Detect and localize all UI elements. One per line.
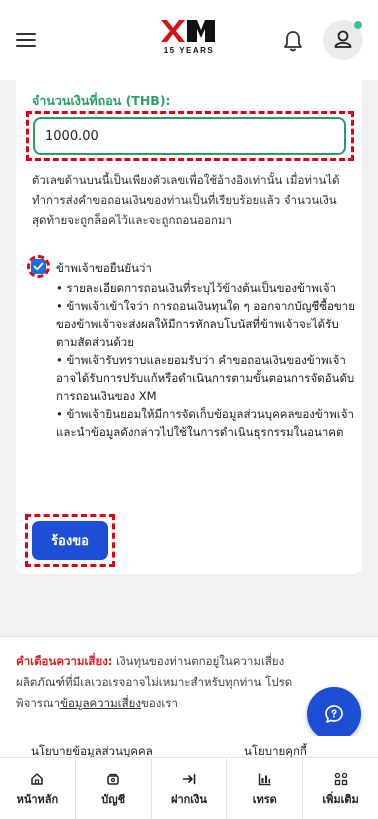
nav-label: ฝากเงิน bbox=[171, 793, 207, 806]
bell-icon bbox=[284, 31, 302, 52]
risk-warning-title: คำเตือนความเสี่ยง: bbox=[16, 654, 113, 668]
nav-item-home[interactable]: หน้าหลัก bbox=[0, 758, 76, 819]
confirm-item: • รายละเอียดการถอนเงินที่ระบุไว้ข้างต้นเ… bbox=[56, 281, 337, 295]
confirm-item: • ข้าพเจ้ารับทราบและยอมรับว่า คำขอถอนเงิ… bbox=[56, 353, 355, 403]
nav-label: หน้าหลัก bbox=[16, 793, 59, 806]
nav-item-more[interactable]: เพิ่มเติม bbox=[303, 758, 378, 819]
amount-label: จำนวนเงินที่ถอน (THB): bbox=[32, 93, 171, 108]
deposit-icon bbox=[182, 773, 196, 785]
menu-icon-bar bbox=[16, 39, 36, 41]
xm-logo[interactable]: 15 YEARS bbox=[160, 18, 218, 62]
live-chat-button[interactable] bbox=[307, 687, 361, 741]
grid-icon bbox=[334, 772, 347, 786]
amount-note: ตัวเลขด้านบนนี้เป็นเพียงตัวเลขเพื่อใช้อ้… bbox=[32, 173, 340, 227]
confirm-title: ข้าพเจ้าขอยืนยันว่า bbox=[56, 261, 152, 275]
confirm-item: • ข้าพเจ้าเข้าใจว่า การถอนเงินทุนใด ๆ ออ… bbox=[56, 299, 355, 349]
checkmark-icon bbox=[33, 262, 44, 271]
nav-item-trade[interactable]: เทรด bbox=[227, 758, 304, 819]
amount-input[interactable] bbox=[33, 117, 346, 155]
nav-item-account[interactable]: บัญชี bbox=[76, 758, 152, 819]
risk-info-link[interactable]: ข้อมูลความเสี่ยง bbox=[60, 696, 141, 710]
menu-icon-bar bbox=[16, 45, 36, 47]
wallet-icon bbox=[107, 773, 119, 785]
nav-label: เพิ่มเติม bbox=[322, 793, 359, 806]
nav-label: บัญชี bbox=[101, 793, 126, 806]
risk-warning-suffix: ของเรา bbox=[140, 696, 178, 710]
xm-logo-icon bbox=[161, 20, 215, 42]
logo-subtitle: 15 YEARS bbox=[163, 46, 215, 55]
menu-button[interactable] bbox=[16, 31, 38, 49]
confirm-list: • รายละเอียดการถอนเงินที่ระบุไว้ข้างต้นเ… bbox=[56, 279, 356, 441]
confirm-item: • ข้าพเจ้ายินยอมให้มีการจัดเก็บข้อมูลส่ว… bbox=[56, 407, 354, 439]
nav-item-deposit[interactable]: ฝากเงิน bbox=[152, 758, 228, 819]
risk-warning: คำเตือนความเสี่ยง: เงินทุนของท่านตกอยู่ใ… bbox=[16, 651, 326, 714]
home-icon bbox=[31, 773, 44, 785]
menu-icon-bar bbox=[16, 33, 36, 35]
submit-request-button[interactable]: ร้องขอ bbox=[32, 521, 108, 560]
bottom-nav: หน้าหลัก บัญชี ฝากเงิน เทรด เพิ่มเติม bbox=[0, 757, 378, 819]
chart-icon bbox=[258, 773, 271, 786]
notification-button[interactable] bbox=[283, 30, 303, 52]
nav-label: เทรด bbox=[252, 793, 277, 806]
chat-icon bbox=[325, 705, 343, 723]
confirm-checkbox[interactable] bbox=[31, 259, 46, 274]
notification-dot bbox=[354, 21, 362, 29]
